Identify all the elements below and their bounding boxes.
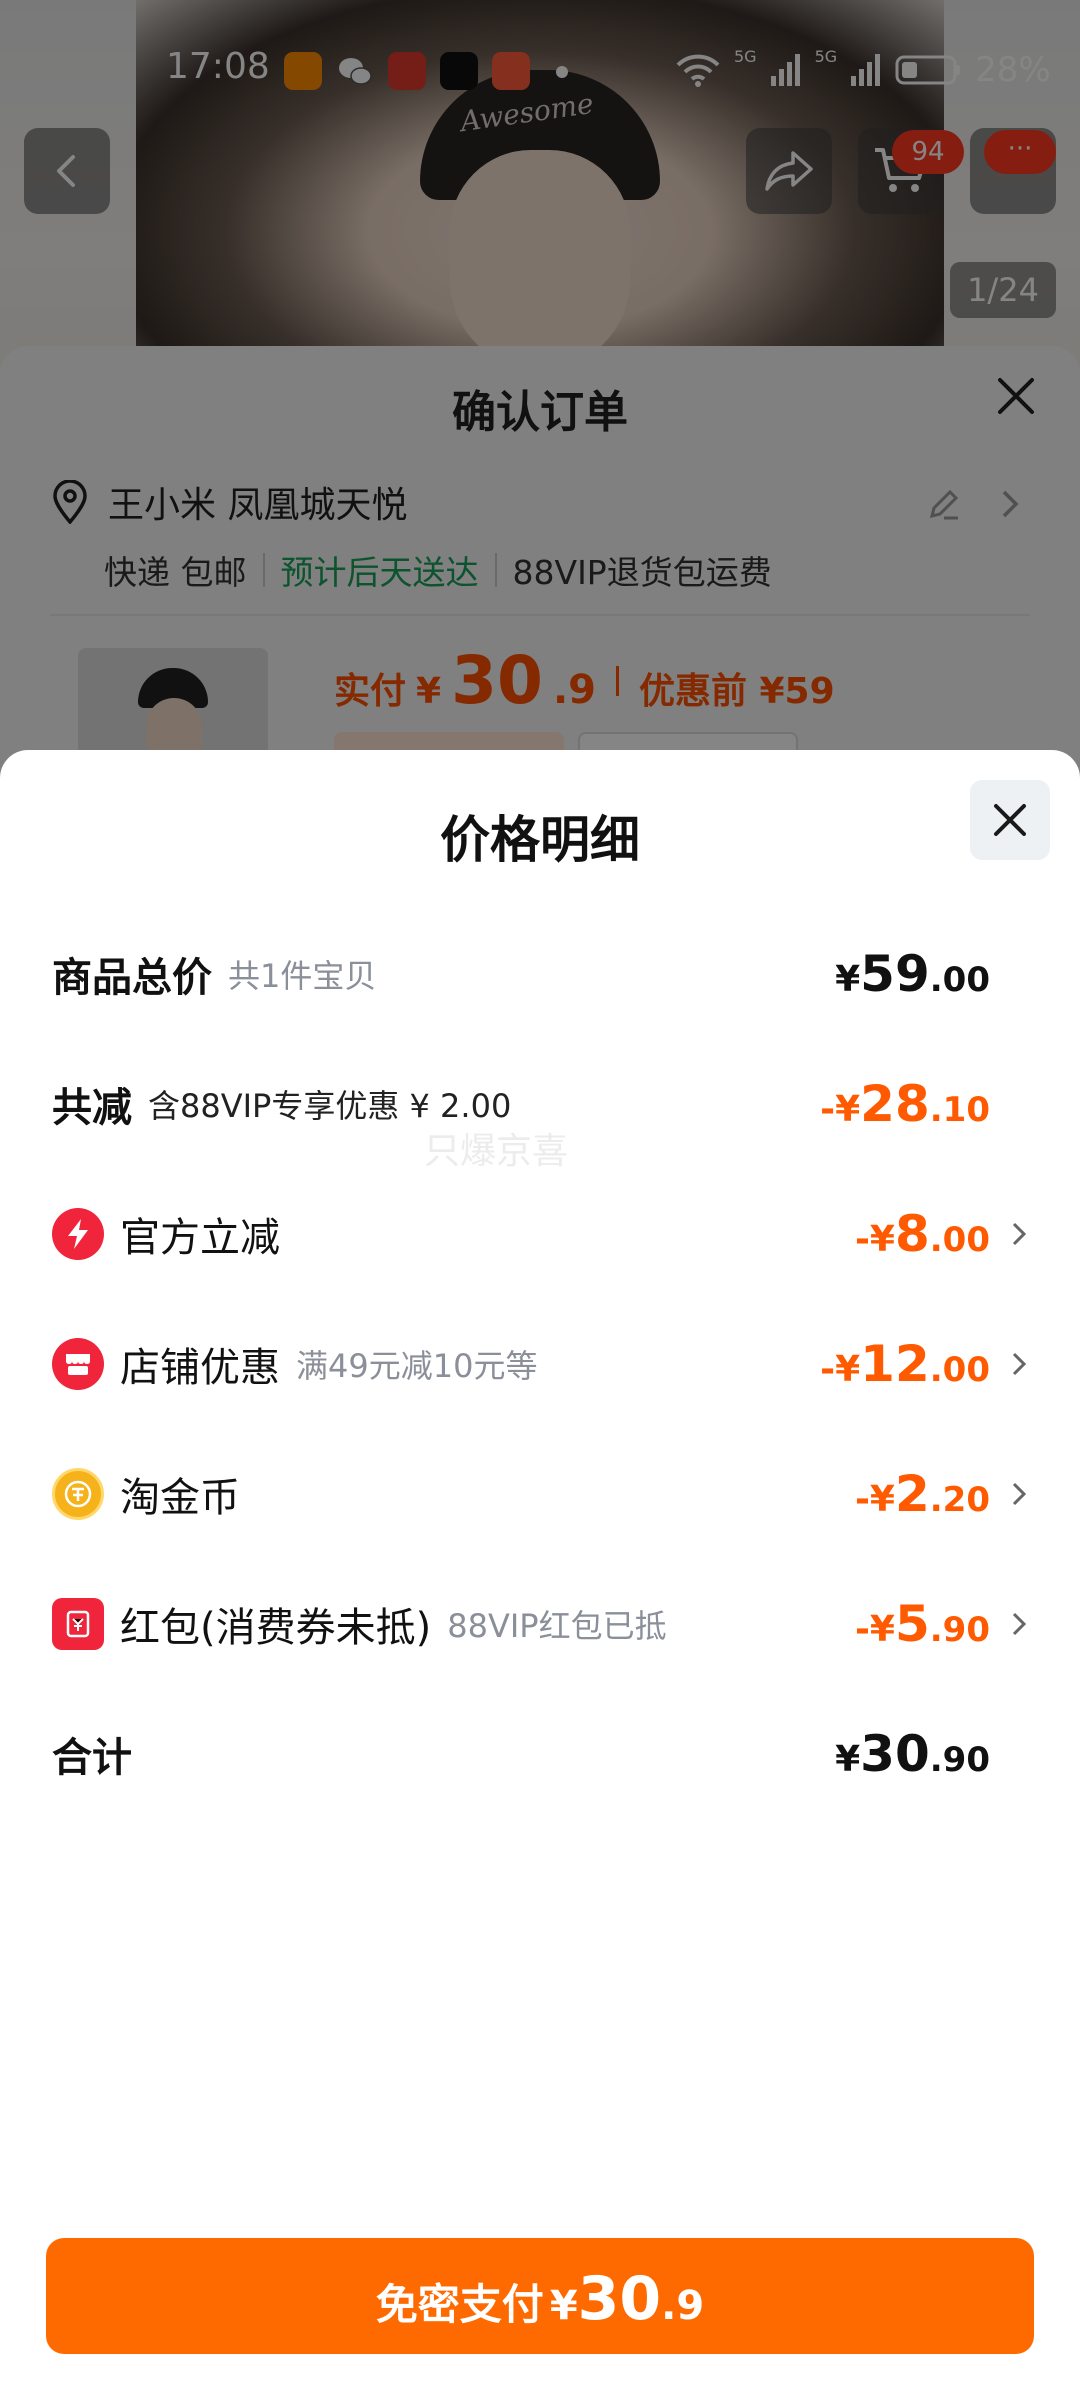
discount-label: 官方立减 xyxy=(120,1215,280,1261)
price-detail-close-button[interactable] xyxy=(970,780,1050,860)
amount-integer: 12 xyxy=(860,1335,930,1393)
total-reduction-label: 共减 xyxy=(52,1085,132,1131)
grand-total-row: 合计 ¥30.90 xyxy=(52,1714,1028,1794)
discount-note: 满49元减10元等 xyxy=(296,1347,538,1385)
currency-symbol: -¥ xyxy=(854,1479,895,1520)
amount-decimal: .20 xyxy=(929,1480,990,1520)
currency-symbol: -¥ xyxy=(854,1609,895,1650)
gold-coin-row[interactable]: 淘金币 -¥ 2.20 xyxy=(52,1454,1028,1534)
vip-discount-note: 含88VIP专享优惠 ¥ 2.00 xyxy=(148,1087,512,1125)
amount-decimal: .00 xyxy=(929,1350,990,1390)
chevron-right-icon xyxy=(990,1219,1028,1249)
amount-decimal: .90 xyxy=(929,1740,990,1780)
chevron-right-icon xyxy=(990,1349,1028,1379)
pay-amount-decimal: .9 xyxy=(661,2283,705,2329)
currency-symbol: ¥ xyxy=(835,959,861,1000)
currency-symbol: -¥ xyxy=(820,1089,861,1130)
close-icon xyxy=(994,804,1026,836)
amount-decimal: .90 xyxy=(929,1610,990,1650)
currency-symbol: -¥ xyxy=(820,1349,861,1390)
shop-icon xyxy=(52,1338,104,1390)
amount-decimal: .00 xyxy=(929,1220,990,1260)
discount-amount: -¥ 5.90 xyxy=(855,1595,990,1653)
pay-currency: ¥ xyxy=(549,2283,578,2329)
grand-total-amount: ¥30.90 xyxy=(835,1725,990,1783)
currency-symbol: -¥ xyxy=(854,1219,895,1260)
amount-integer: 59 xyxy=(860,945,930,1003)
discount-label: 红包(消费券未抵) xyxy=(120,1605,432,1651)
amount-integer: 2 xyxy=(894,1465,930,1523)
pay-button-label: 免密支付 xyxy=(375,2280,544,2329)
amount-integer: 28 xyxy=(860,1075,930,1133)
total-reduction-row: 共减 含88VIP专享优惠 ¥ 2.00 -¥ 28.10 xyxy=(52,1064,1028,1144)
chevron-right-icon xyxy=(990,1479,1028,1509)
pay-amount-integer: 30 xyxy=(577,2264,662,2334)
discount-label: 店铺优惠 xyxy=(120,1345,280,1391)
coin-icon xyxy=(52,1468,104,1520)
red-packet-icon xyxy=(52,1598,104,1650)
goods-total-label: 商品总价 xyxy=(52,955,212,1001)
amount-decimal: .10 xyxy=(929,1090,990,1130)
discount-amount: -¥ 8.00 xyxy=(855,1205,990,1263)
chevron-right-icon xyxy=(990,1609,1028,1639)
goods-count-note: 共1件宝贝 xyxy=(228,957,377,995)
password-free-pay-button[interactable]: 免密支付 ¥ 30.9 xyxy=(46,2238,1034,2354)
lightning-icon xyxy=(52,1208,104,1260)
shop-discount-row[interactable]: 店铺优惠 满49元减10元等 -¥ 12.00 xyxy=(52,1324,1028,1404)
currency-symbol: ¥ xyxy=(835,1739,861,1780)
amount-integer: 5 xyxy=(894,1595,930,1653)
discount-amount: -¥ 2.20 xyxy=(855,1465,990,1523)
total-reduction-amount: -¥ 28.10 xyxy=(820,1075,990,1133)
official-discount-row[interactable]: 官方立减 -¥ 8.00 xyxy=(52,1194,1028,1274)
amount-integer: 30 xyxy=(860,1725,930,1783)
price-detail-sheet: 价格明细 只爆京喜 商品总价 共1件宝贝 ¥59.00 共减 含88VIP专享优… xyxy=(0,750,1080,2400)
amount-integer: 8 xyxy=(894,1205,930,1263)
amount-decimal: .00 xyxy=(929,960,990,1000)
red-packet-row[interactable]: 红包(消费券未抵) 88VIP红包已抵 -¥ 5.90 xyxy=(52,1584,1028,1664)
goods-total-row: 商品总价 共1件宝贝 ¥59.00 xyxy=(52,934,1028,1014)
discount-label: 淘金币 xyxy=(120,1475,240,1521)
discount-amount: -¥ 12.00 xyxy=(820,1335,990,1393)
price-detail-title: 价格明细 xyxy=(440,811,640,869)
goods-total-amount: ¥59.00 xyxy=(835,945,990,1003)
discount-note: 88VIP红包已抵 xyxy=(447,1607,667,1645)
grand-total-label: 合计 xyxy=(52,1735,132,1781)
